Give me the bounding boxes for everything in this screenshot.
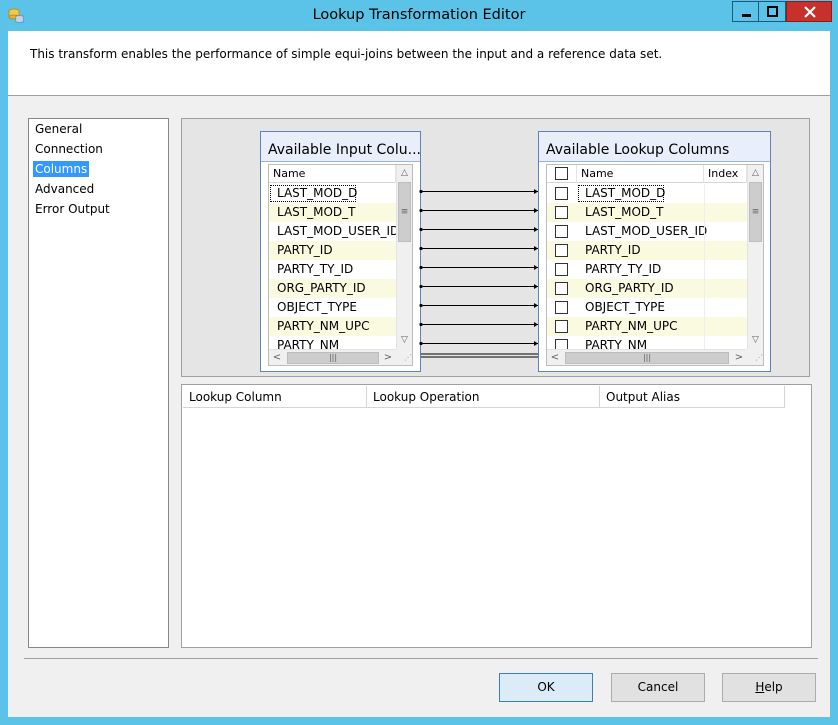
- maximize-icon: [767, 6, 778, 17]
- join-arrow-icon: [534, 265, 538, 270]
- maximize-button[interactable]: [759, 1, 786, 22]
- column-mapping-canvas[interactable]: Available Input Colu... Name LAST_MOD_D L…: [181, 118, 810, 377]
- nav-item-connection[interactable]: Connection: [29, 139, 168, 159]
- nav-item-error-output[interactable]: Error Output: [29, 199, 168, 219]
- ok-button[interactable]: OK: [499, 673, 593, 702]
- page-navigation-list: General Connection Columns Advanced Erro…: [28, 118, 169, 648]
- join-lines: [419, 189, 538, 358]
- join-arrow-icon: [534, 284, 538, 289]
- nav-item-label: Error Output: [35, 202, 110, 216]
- nav-item-label: Advanced: [35, 182, 95, 196]
- join-arrow-icon: [534, 189, 538, 194]
- output-header-output-alias[interactable]: Output Alias: [600, 386, 785, 408]
- header-band: [8, 31, 830, 95]
- join-start-dot: [419, 227, 423, 232]
- join-start-dot: [419, 208, 423, 213]
- help-label-rest: elp: [764, 680, 783, 694]
- join-arrow-icon: [534, 322, 538, 327]
- close-icon: [804, 6, 816, 18]
- nav-item-advanced[interactable]: Advanced: [29, 179, 168, 199]
- window-title: Lookup Transformation Editor: [312, 7, 526, 23]
- lookup-editor-window: Lookup Transformation Editor This transf…: [0, 0, 838, 725]
- nav-item-general[interactable]: General: [29, 119, 168, 139]
- output-header-lookup-column[interactable]: Lookup Column: [183, 386, 367, 408]
- help-mnemonic: H: [755, 680, 765, 694]
- header-separator: [8, 95, 830, 96]
- title-bar[interactable]: Lookup Transformation Editor: [0, 0, 838, 31]
- join-start-dot: [419, 303, 423, 308]
- output-header-lookup-operation[interactable]: Lookup Operation: [367, 386, 600, 408]
- transform-description: This transform enables the performance o…: [30, 47, 663, 61]
- join-start-dot: [419, 189, 423, 194]
- help-button[interactable]: Help: [722, 673, 816, 702]
- join-arrow-icon: [534, 246, 538, 251]
- lookup-output-grid[interactable]: Lookup Column Lookup Operation Output Al…: [181, 384, 812, 648]
- nav-item-label: Columns: [33, 161, 90, 177]
- minimize-button[interactable]: [732, 1, 759, 22]
- nav-item-columns[interactable]: Columns: [29, 159, 168, 179]
- nav-item-label: Connection: [35, 142, 103, 156]
- join-arrow-icon: [534, 341, 538, 346]
- nav-item-label: General: [35, 122, 83, 136]
- minimize-icon: [742, 14, 751, 17]
- join-arrow-icon: [534, 303, 538, 308]
- join-start-dot: [419, 284, 423, 289]
- dialog-client-area: This transform enables the performance o…: [8, 31, 830, 717]
- join-arrow-icon: [534, 227, 538, 232]
- cancel-button[interactable]: Cancel: [611, 673, 705, 702]
- join-start-dot: [419, 265, 423, 270]
- join-start-dot: [419, 322, 423, 327]
- close-button[interactable]: [786, 1, 832, 22]
- join-arrow-icon: [534, 208, 538, 213]
- footer-separator: [24, 658, 818, 659]
- join-start-dot: [419, 246, 423, 251]
- join-start-dot: [419, 341, 423, 346]
